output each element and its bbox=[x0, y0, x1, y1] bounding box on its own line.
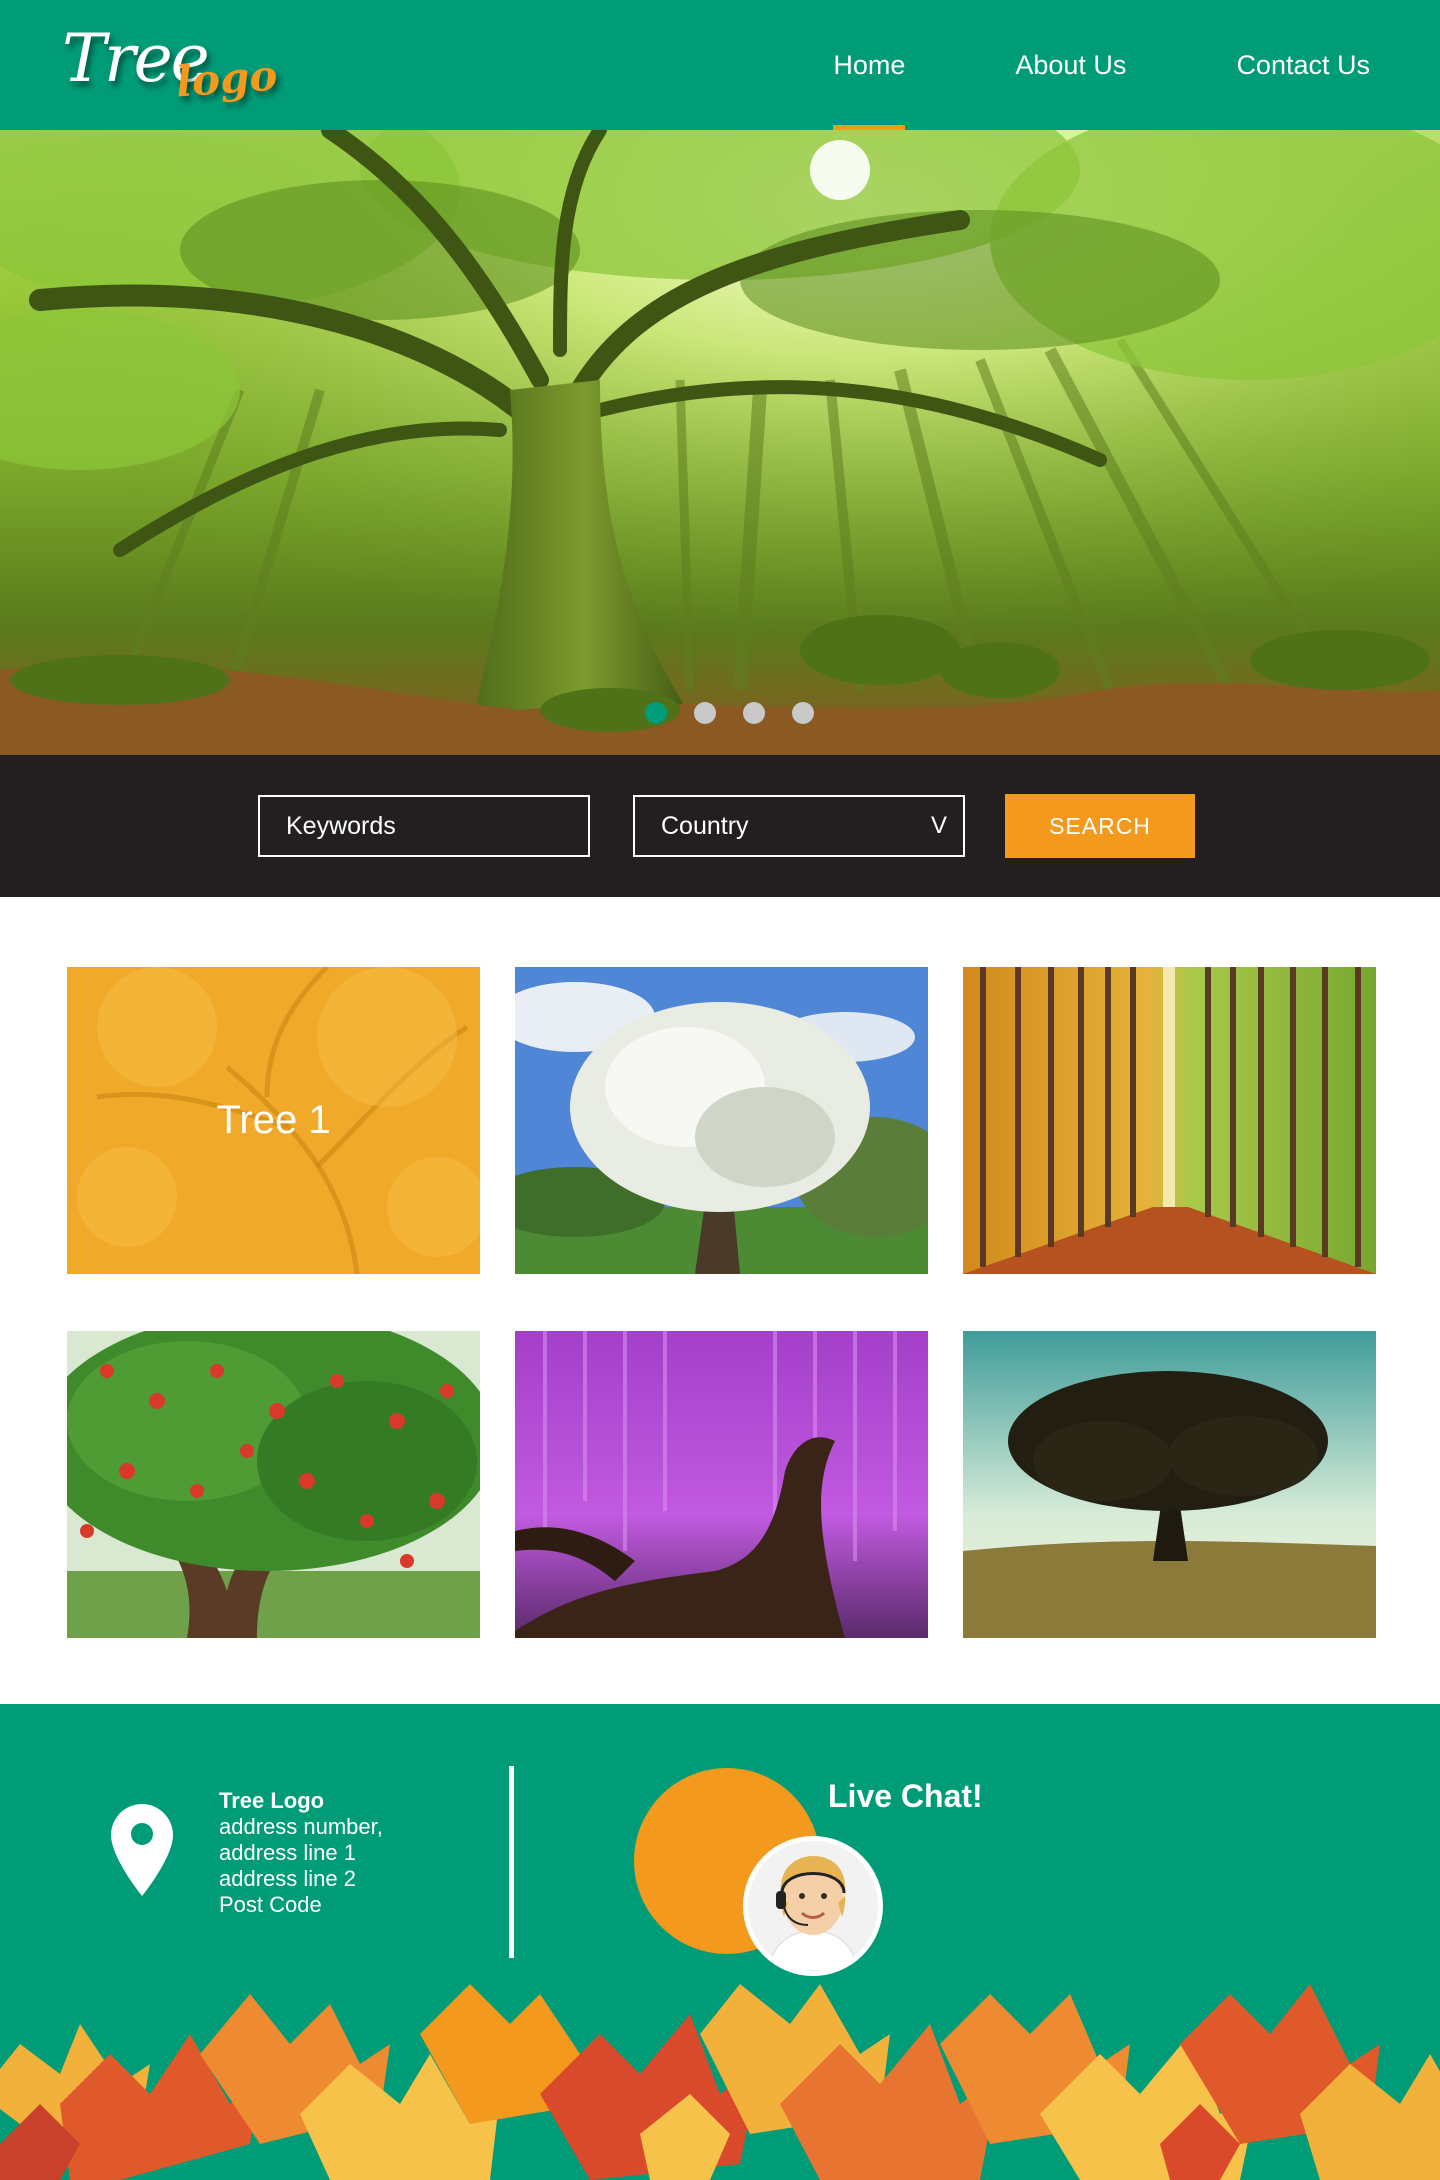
gallery-tile-6[interactable] bbox=[963, 1331, 1376, 1638]
chevron-down-icon: V bbox=[930, 812, 947, 839]
site-header: Tree logo Home About Us Contact Us bbox=[0, 0, 1440, 130]
autumn-leaves-decoration bbox=[0, 1984, 1440, 2180]
gallery-tile-1[interactable]: Tree 1 bbox=[67, 967, 480, 1274]
tile-image-poplar-avenue bbox=[963, 967, 1376, 1274]
tile-image-white-blossom-tree bbox=[515, 967, 928, 1274]
footer-address: Tree Logo address number, address line 1… bbox=[219, 1788, 383, 1918]
address-line: Post Code bbox=[219, 1892, 322, 1917]
address-line: address number, bbox=[219, 1814, 383, 1839]
nav-item-about-us[interactable]: About Us bbox=[1015, 0, 1126, 130]
site-footer: Tree Logo address number, address line 1… bbox=[0, 1704, 1440, 2180]
hero-slider bbox=[0, 130, 1440, 755]
gallery-tile-2[interactable] bbox=[515, 967, 928, 1274]
location-pin-icon bbox=[111, 1804, 173, 1896]
tile-image-lone-tree bbox=[963, 1331, 1376, 1638]
gallery-tile-4[interactable] bbox=[67, 1331, 480, 1638]
keywords-input[interactable]: Keywords bbox=[258, 795, 590, 857]
live-chat-link[interactable]: Live Chat! bbox=[828, 1778, 983, 1815]
tile-image-purple-wisteria bbox=[515, 1331, 928, 1638]
hero-image-big-tree bbox=[0, 130, 1440, 755]
nav-item-contact-us[interactable]: Contact Us bbox=[1236, 0, 1370, 130]
country-select[interactable]: Country V bbox=[633, 795, 965, 857]
support-agent-avatar-image bbox=[748, 1841, 878, 1971]
address-title: Tree Logo bbox=[219, 1788, 325, 1813]
site-logo[interactable]: Tree logo bbox=[60, 14, 280, 114]
gallery-tile-5[interactable] bbox=[515, 1331, 928, 1638]
tile-image-apple-tree bbox=[67, 1331, 480, 1638]
country-select-value: Country bbox=[661, 812, 749, 840]
slider-dot-3[interactable] bbox=[742, 702, 765, 724]
gallery-tile-3[interactable] bbox=[963, 967, 1376, 1274]
address-line: address line 2 bbox=[219, 1866, 356, 1891]
logo-text-sub: logo bbox=[174, 50, 279, 107]
slider-dot-1[interactable] bbox=[644, 702, 667, 724]
slider-dot-4[interactable] bbox=[791, 702, 814, 724]
footer-divider bbox=[509, 1766, 514, 1958]
nav-item-home[interactable]: Home bbox=[833, 0, 906, 130]
main-nav: Home About Us Contact Us bbox=[833, 0, 1370, 130]
slider-dot-2[interactable] bbox=[693, 702, 716, 724]
address-line: address line 1 bbox=[219, 1840, 356, 1865]
search-button[interactable]: SEARCH bbox=[1005, 794, 1195, 858]
search-bar: Keywords Country V SEARCH bbox=[0, 755, 1440, 897]
slider-dots bbox=[0, 702, 1440, 724]
tile-caption: Tree 1 bbox=[216, 1098, 331, 1142]
support-agent-avatar[interactable] bbox=[743, 1836, 883, 1976]
